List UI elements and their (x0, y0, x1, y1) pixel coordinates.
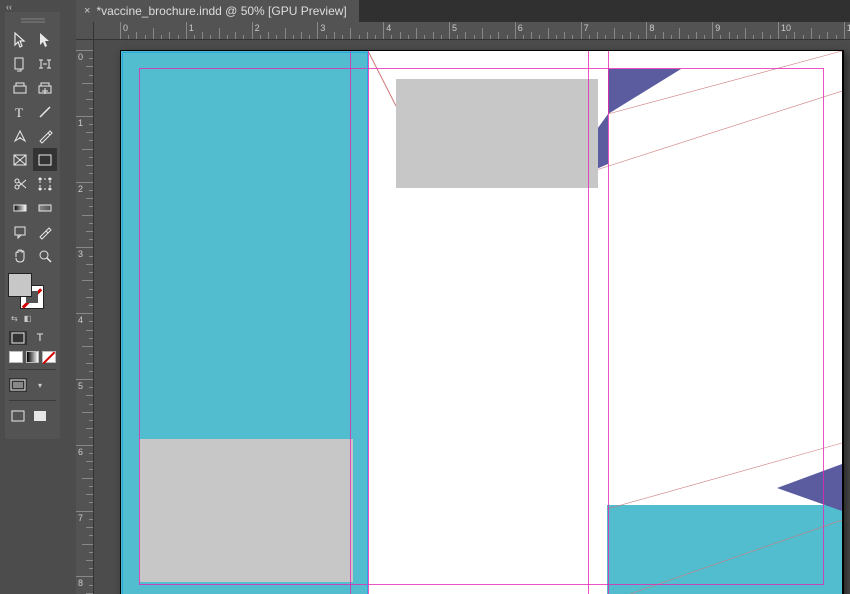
workspace: 01234567891011 012345678 (76, 22, 850, 594)
document-tab-bar: × *vaccine_brochure.indd @ 50% [GPU Prev… (76, 0, 850, 22)
ruler-h-label: 9 (715, 23, 720, 33)
ruler-v-label: 2 (78, 184, 83, 194)
note-tool[interactable] (8, 220, 32, 243)
ruler-h-label: 5 (452, 23, 457, 33)
formatting-affects-container[interactable] (9, 331, 27, 345)
content-placer-tool[interactable] (33, 76, 57, 99)
scissors-tool[interactable] (8, 172, 32, 195)
ruler-h-label: 6 (518, 23, 523, 33)
hand-tool[interactable] (8, 244, 32, 267)
gap-tool[interactable] (33, 52, 57, 75)
ruler-h-label: 10 (781, 23, 791, 33)
color-apply-row (5, 349, 60, 365)
apply-color[interactable] (9, 351, 23, 363)
collapse-panels-chevron[interactable]: ‹‹ (6, 2, 12, 12)
grey-image-frame-top[interactable] (396, 79, 598, 188)
toolbox-panel: T (5, 12, 60, 439)
fill-swatch[interactable] (8, 273, 32, 297)
canvas[interactable] (94, 40, 850, 594)
ruler-h-label: 4 (386, 23, 391, 33)
swap-fill-stroke-icon[interactable]: ⇆ (11, 314, 18, 323)
teal-panel-bottom-right[interactable] (607, 505, 842, 594)
apply-none[interactable] (42, 351, 56, 363)
ruler-h-label: 8 (649, 23, 654, 33)
ruler-v-label: 7 (78, 513, 83, 523)
rectangle-frame-tool[interactable] (8, 148, 32, 171)
column-guide-1 (350, 51, 351, 594)
screen-mode-normal[interactable] (9, 409, 27, 423)
document-tab-title: *vaccine_brochure.indd @ 50% [GPU Previe… (96, 4, 346, 18)
svg-text:T: T (15, 105, 23, 120)
fill-stroke-swatch[interactable]: ⇆ ◧ (5, 269, 60, 313)
purple-triangle-top[interactable] (608, 69, 681, 114)
pen-tool[interactable] (8, 124, 32, 147)
formatting-affects-text[interactable]: T (31, 331, 49, 345)
ruler-v-label: 5 (78, 381, 83, 391)
preview-view-mode[interactable]: ▾ (31, 378, 49, 392)
document-tab[interactable]: × *vaccine_brochure.indd @ 50% [GPU Prev… (76, 0, 359, 22)
direct-selection-tool[interactable] (33, 28, 57, 51)
normal-view-mode[interactable] (9, 378, 27, 392)
type-tool[interactable]: T (8, 100, 32, 123)
red-edge-bottom-1 (607, 443, 842, 509)
column-guide-4 (608, 51, 609, 594)
ruler-v-label: 3 (78, 249, 83, 259)
ruler-h-label: 1 (189, 23, 194, 33)
tool-grid: T (5, 24, 60, 269)
eyedropper-tool[interactable] (33, 220, 57, 243)
formatting-affects-row: T (5, 327, 60, 349)
column-guide-3 (588, 51, 589, 594)
selection-tool[interactable] (8, 28, 32, 51)
ruler-h-label: 7 (584, 23, 589, 33)
ruler-h-label: 2 (255, 23, 260, 33)
purple-triangle-bottom[interactable] (777, 464, 842, 511)
free-transform-tool[interactable] (33, 172, 57, 195)
ruler-h-label: 0 (123, 23, 128, 33)
ruler-origin[interactable] (76, 22, 94, 40)
apply-gradient[interactable] (26, 351, 40, 363)
default-fill-stroke-icon[interactable]: ◧ (24, 314, 32, 323)
zoom-tool[interactable] (33, 244, 57, 267)
view-mode-row: ▾ (5, 374, 60, 396)
ruler-v-label: 6 (78, 447, 83, 457)
page-artboard (121, 51, 842, 594)
horizontal-ruler[interactable]: 01234567891011 (94, 22, 850, 40)
close-tab-icon[interactable]: × (84, 5, 90, 17)
gradient-feather-tool[interactable] (33, 196, 57, 219)
screen-mode-preview[interactable] (31, 409, 49, 423)
toolbox-grip[interactable] (5, 14, 60, 24)
ruler-v-label: 1 (78, 118, 83, 128)
column-guide-2 (368, 51, 369, 594)
page-tool[interactable] (8, 52, 32, 75)
ruler-v-label: 4 (78, 315, 83, 325)
content-collector-tool[interactable] (8, 76, 32, 99)
page-spread[interactable] (120, 50, 844, 594)
rectangle-tool[interactable] (33, 148, 57, 171)
vertical-ruler[interactable]: 0 1 2 3 4 5 6 7 8 (76, 40, 94, 594)
ruler-v-label: 0 (78, 52, 83, 62)
screen-mode-row (5, 405, 60, 427)
line-tool[interactable] (33, 100, 57, 123)
gradient-swatch-tool[interactable] (8, 196, 32, 219)
ruler-h-label: 3 (320, 23, 325, 33)
red-edge-top-1 (368, 51, 396, 106)
pencil-tool[interactable] (33, 124, 57, 147)
ruler-v-label: 8 (78, 578, 83, 588)
grey-image-frame-bottom[interactable] (139, 439, 353, 582)
